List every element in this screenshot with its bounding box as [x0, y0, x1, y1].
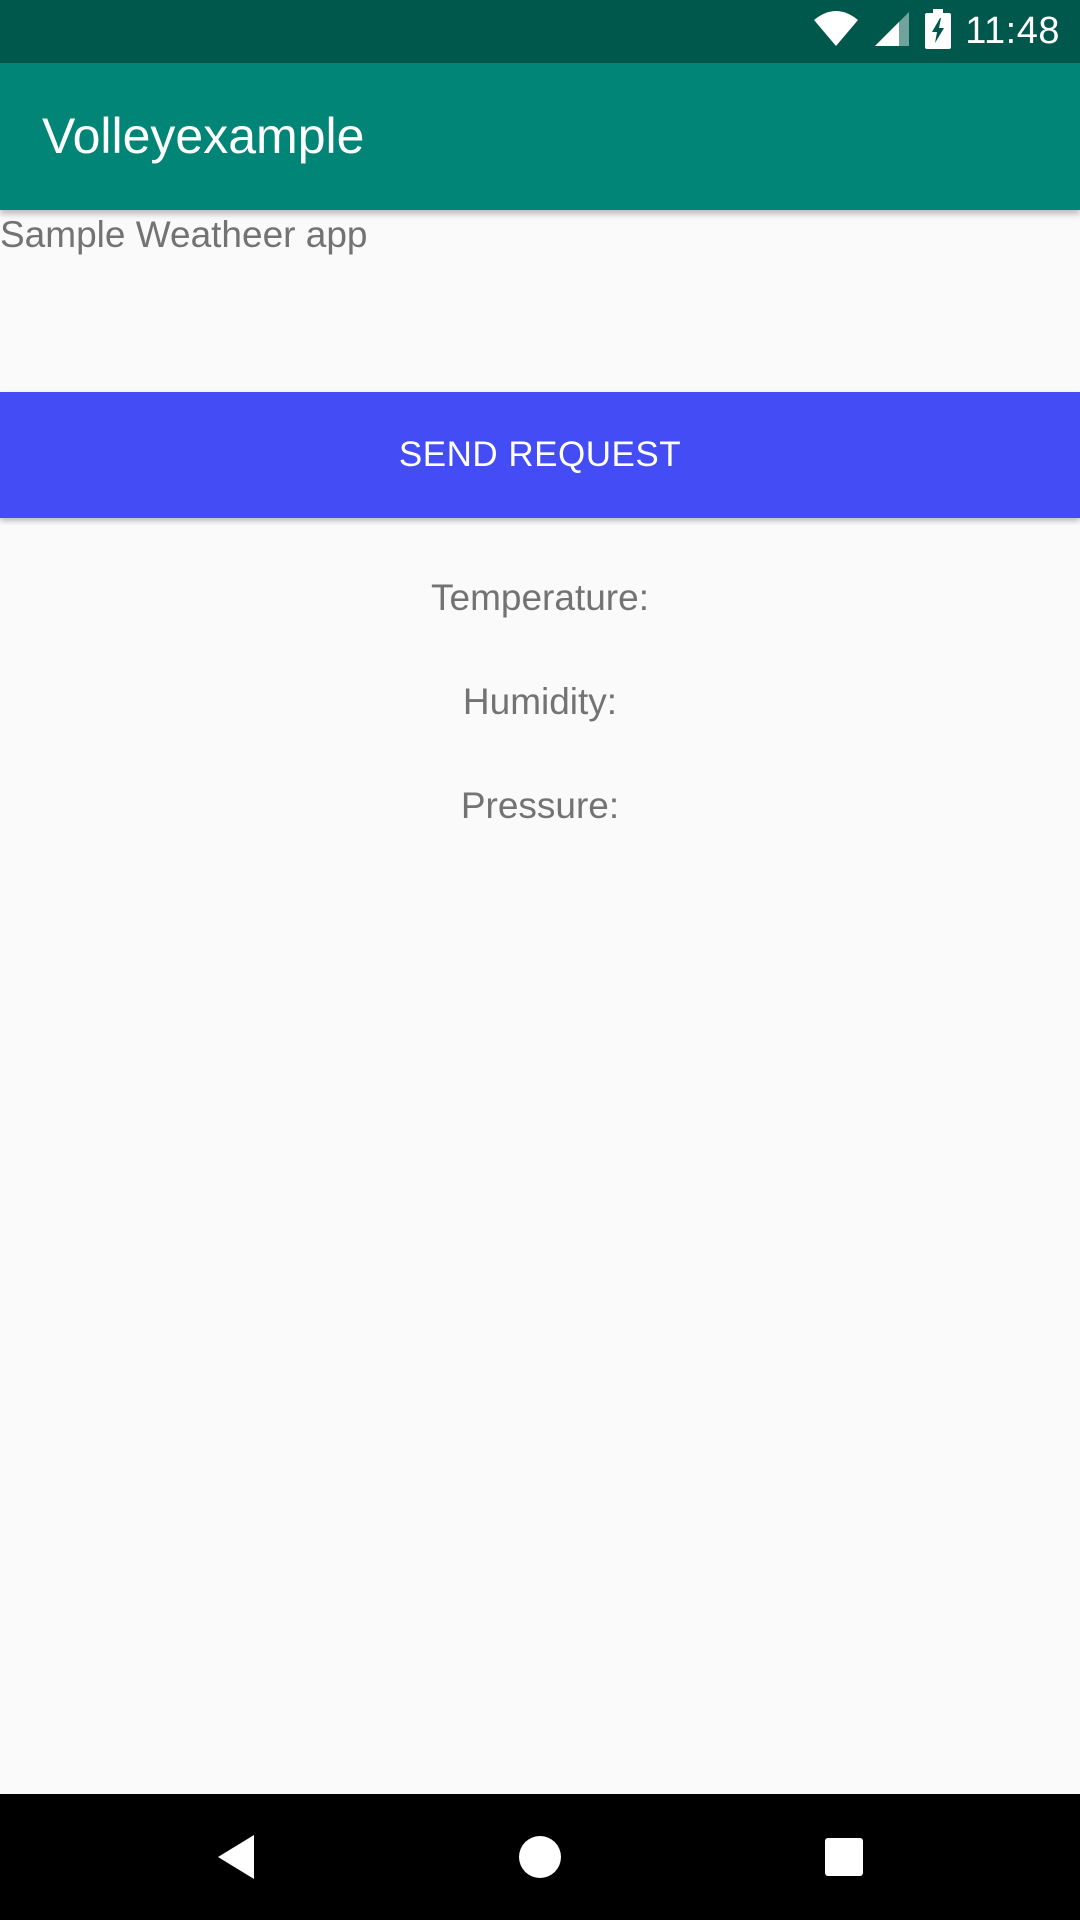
temperature-label: Temperature:	[431, 577, 649, 618]
home-button[interactable]	[480, 1794, 600, 1920]
send-request-button[interactable]: SEND REQUEST	[0, 392, 1080, 518]
navigation-bar	[0, 1794, 1080, 1920]
recents-icon	[825, 1838, 863, 1876]
status-icons: 11:48	[813, 0, 1060, 63]
signal-icon	[873, 10, 911, 53]
back-button[interactable]	[176, 1794, 296, 1920]
back-icon	[218, 1835, 254, 1879]
status-bar: 11:48	[0, 0, 1080, 63]
screen: 11:48 Volleyexample Sample Weatheer app …	[0, 0, 1080, 1920]
pressure-label: Pressure:	[460, 785, 620, 826]
battery-charging-icon	[925, 9, 952, 54]
subtitle-text: Sample Weatheer app	[0, 214, 368, 255]
humidity-label: Humidity:	[462, 681, 618, 722]
home-icon	[519, 1836, 561, 1878]
status-time: 11:48	[965, 10, 1060, 52]
app-bar: Volleyexample	[0, 63, 1080, 210]
recents-button[interactable]	[784, 1794, 904, 1920]
wifi-icon	[813, 10, 859, 53]
app-title: Volleyexample	[42, 108, 365, 164]
